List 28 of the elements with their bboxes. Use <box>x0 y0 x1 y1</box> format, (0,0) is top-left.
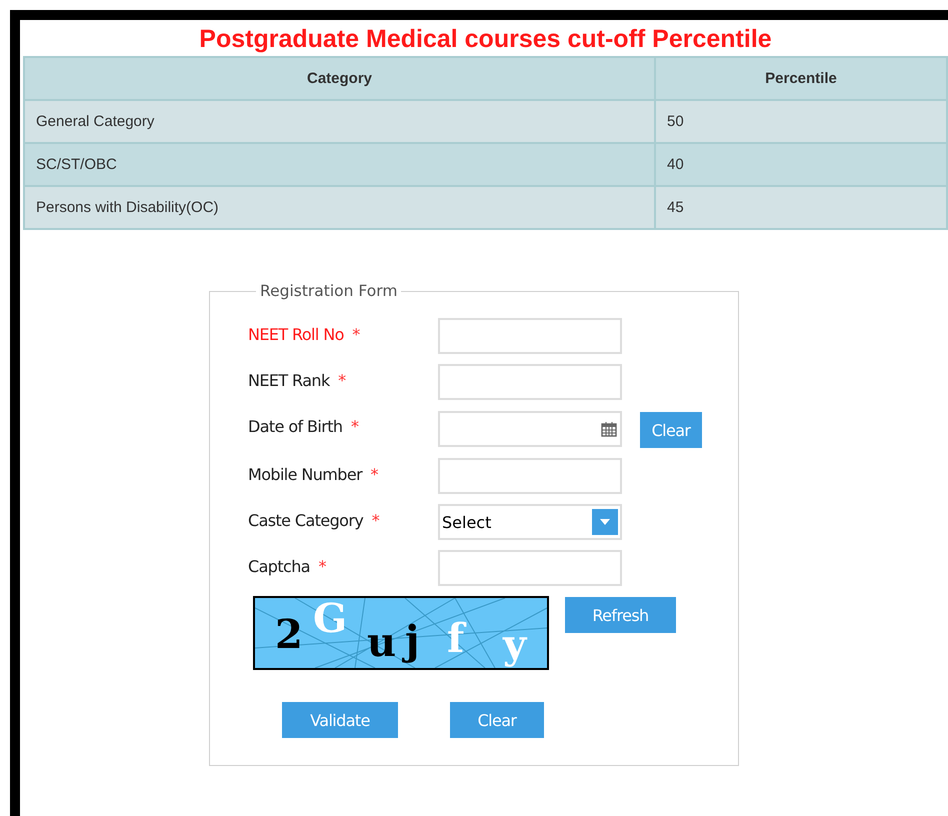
input-field[interactable] <box>438 318 622 354</box>
date-field[interactable] <box>438 411 622 447</box>
field-label: Caste Category * <box>248 510 380 532</box>
validate-button[interactable]: Validate <box>282 702 398 738</box>
page-title: Postgraduate Medical courses cut-off Percentile <box>198 24 773 55</box>
table-cell: SC/ST/OBC <box>24 143 655 186</box>
input-field[interactable] <box>438 550 622 586</box>
clear-button[interactable]: Clear <box>450 702 544 738</box>
table-cell: 40 <box>655 143 947 186</box>
field-label: Mobile Number * <box>248 464 379 486</box>
column-header: Percentile <box>655 57 947 100</box>
column-header: Category <box>24 57 655 100</box>
form-legend: Registration Form <box>256 282 402 300</box>
select-dropdown[interactable]: Select <box>438 504 622 540</box>
input-field[interactable] <box>438 364 622 400</box>
field-label: NEET Rank * <box>248 370 347 392</box>
input-field[interactable] <box>438 458 622 494</box>
table-cell: 50 <box>655 100 947 143</box>
clear-button[interactable]: Clear <box>640 412 702 448</box>
table-cell: Persons with Disability(OC) <box>24 186 655 229</box>
refresh-button[interactable]: Refresh <box>565 597 676 633</box>
captcha-image: 2 G u j f y <box>253 596 549 670</box>
field-label: Date of Birth * <box>248 416 360 438</box>
table-cell: 45 <box>655 186 947 229</box>
field-label: NEET Roll No * <box>248 324 361 346</box>
calendar-icon[interactable] <box>601 421 617 437</box>
table-cell: General Category <box>24 100 655 143</box>
field-label: Captcha * <box>248 556 327 578</box>
